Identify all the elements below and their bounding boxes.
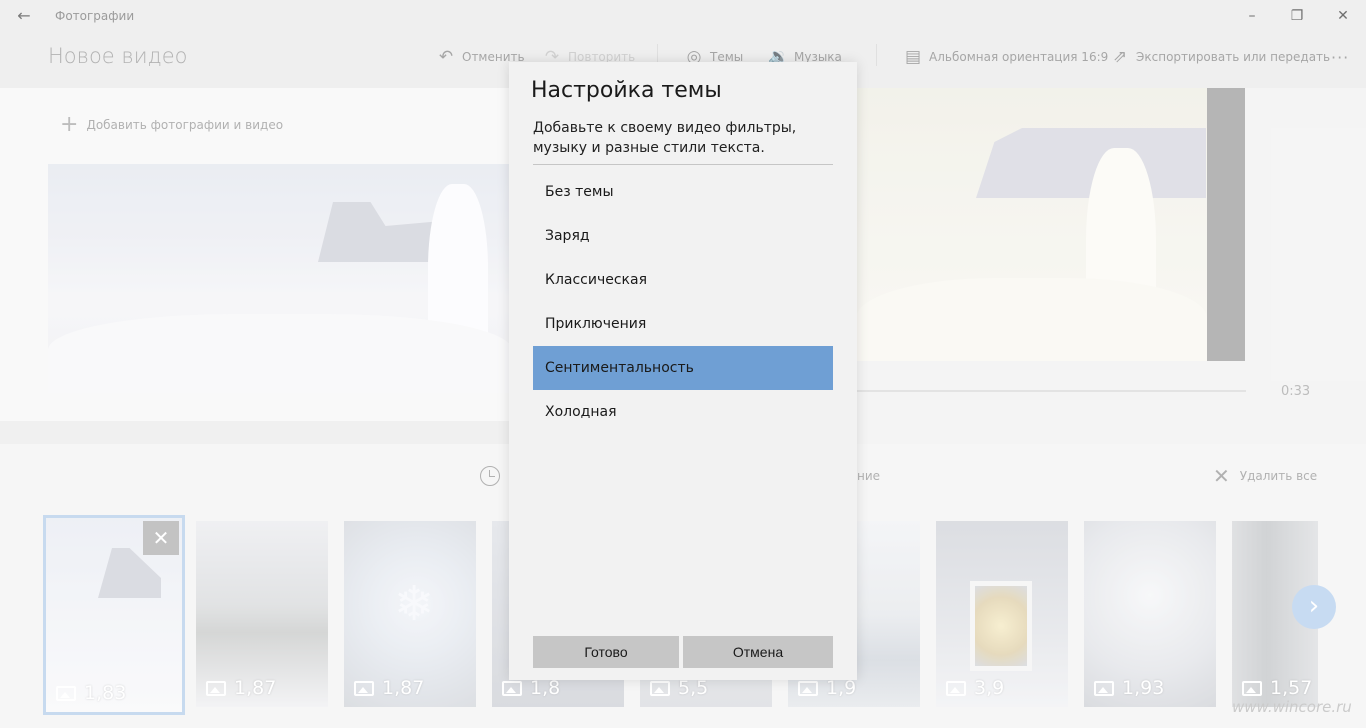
- clip-duration: 1,57: [1242, 677, 1312, 699]
- chevron-right-icon[interactable]: ›: [1292, 585, 1336, 629]
- theme-item-none[interactable]: Без темы: [533, 170, 833, 214]
- clip-duration: 5,5: [650, 677, 708, 699]
- clip-duration: 1,9: [798, 677, 856, 699]
- house-silhouette: [98, 548, 161, 598]
- clip-duration-text: 3,9: [974, 677, 1005, 699]
- theme-item-cold[interactable]: Холодная: [533, 390, 833, 434]
- library-photo[interactable]: [48, 164, 512, 393]
- clip-duration-text: 1,93: [1122, 677, 1165, 699]
- clip-duration-text: 1,87: [234, 677, 277, 699]
- frost-ground: [48, 314, 512, 393]
- toolbar-divider: [876, 44, 877, 66]
- frost-ground: [856, 278, 1207, 361]
- dialog-title: Настройка темы: [531, 78, 722, 103]
- share-icon: ⇗: [1112, 47, 1128, 67]
- clip-duration: 1,83: [56, 682, 126, 704]
- clip-duration-text: 1,83: [84, 682, 127, 704]
- theme-item-sentimental[interactable]: Сентиментальность: [533, 346, 833, 390]
- image-icon: [650, 680, 670, 696]
- clip-duration-text: 1,87: [382, 677, 425, 699]
- clip-duration-text: 5,5: [678, 677, 709, 699]
- clock-icon[interactable]: [480, 466, 500, 486]
- theme-item-adventure[interactable]: Приключения: [533, 302, 833, 346]
- clip-duration: 1,87: [206, 677, 276, 699]
- close-icon: ✕: [1213, 464, 1230, 488]
- theme-list: Без темы Заряд Классическая Приключения …: [533, 170, 833, 434]
- image-icon: [502, 680, 522, 696]
- dialog-divider: [533, 164, 833, 165]
- more-button[interactable]: ···: [1331, 46, 1349, 68]
- plus-icon: +: [60, 112, 79, 137]
- image-icon: [798, 680, 818, 696]
- lantern-icon: [970, 581, 1032, 671]
- clip-duration: 1,87: [354, 677, 424, 699]
- storyboard-clip[interactable]: 1,87: [196, 521, 328, 707]
- theme-dialog: Настройка темы Добавьте к своему видео ф…: [509, 62, 857, 680]
- add-media-label: Добавить фотографии и видео: [86, 118, 284, 132]
- clip-duration-text: 1,8: [530, 677, 561, 699]
- close-window-button[interactable]: ✕: [1320, 0, 1366, 32]
- title-bar: ← Фотографии – ❐ ✕: [0, 0, 1366, 32]
- project-title[interactable]: Новое видео: [48, 44, 188, 68]
- orientation-label: Альбомная ориентация 16:9: [929, 50, 1109, 64]
- maximize-button[interactable]: ❐: [1274, 0, 1320, 32]
- dialog-description: Добавьте к своему видео фильтры, музыку …: [533, 120, 797, 156]
- video-preview[interactable]: [856, 88, 1207, 361]
- image-icon: [946, 680, 966, 696]
- undo-icon: ↶: [438, 47, 454, 67]
- remove-all-label: Удалить все: [1239, 469, 1318, 483]
- export-button[interactable]: ⇗ Экспортировать или передать: [1110, 46, 1330, 68]
- clip-duration-text: 1,57: [1270, 677, 1313, 699]
- orientation-button[interactable]: ▤ Альбомная ориентация 16:9: [903, 46, 1108, 68]
- image-icon: [206, 680, 226, 696]
- seek-bar[interactable]: [856, 390, 1246, 392]
- theme-item-energy[interactable]: Заряд: [533, 214, 833, 258]
- theme-item-classic[interactable]: Классическая: [533, 258, 833, 302]
- minimize-button[interactable]: –: [1229, 0, 1275, 32]
- preview-letterbox: [1207, 88, 1245, 361]
- video-duration: 0:33: [1281, 384, 1311, 399]
- image-icon: [56, 685, 76, 701]
- back-arrow-icon[interactable]: ←: [10, 4, 38, 28]
- aspect-ratio-icon: ▤: [904, 47, 922, 67]
- image-icon: [1242, 680, 1262, 696]
- project-library: + Добавить фотографии и видео: [0, 88, 512, 421]
- remove-clip-button[interactable]: ✕: [143, 521, 179, 555]
- cancel-button[interactable]: Отмена: [683, 636, 833, 668]
- done-button[interactable]: Готово: [533, 636, 679, 668]
- storyboard-clip[interactable]: ✕ 1,83: [43, 515, 185, 715]
- watermark: www.wincore.ru: [1232, 698, 1352, 716]
- storyboard-clip[interactable]: 3,9: [936, 521, 1068, 707]
- remove-all-button[interactable]: ✕ Удалить все: [1213, 464, 1318, 488]
- clip-duration: 1,8: [502, 677, 560, 699]
- storyboard-clip[interactable]: 1,93: [1084, 521, 1216, 707]
- export-label: Экспортировать или передать: [1136, 50, 1331, 64]
- app-title: Фотографии: [55, 9, 135, 23]
- storyboard-action-label[interactable]: ние: [857, 469, 880, 483]
- image-icon: [1094, 680, 1114, 696]
- clip-duration: 1,93: [1094, 677, 1164, 699]
- clip-duration: 3,9: [946, 677, 1004, 699]
- snowflake-icon: ❄: [394, 576, 435, 632]
- storyboard-clip[interactable]: ❄ 1,87: [344, 521, 476, 707]
- image-icon: [354, 680, 374, 696]
- add-media-button[interactable]: + Добавить фотографии и видео: [60, 112, 284, 137]
- clip-duration-text: 1,9: [826, 677, 857, 699]
